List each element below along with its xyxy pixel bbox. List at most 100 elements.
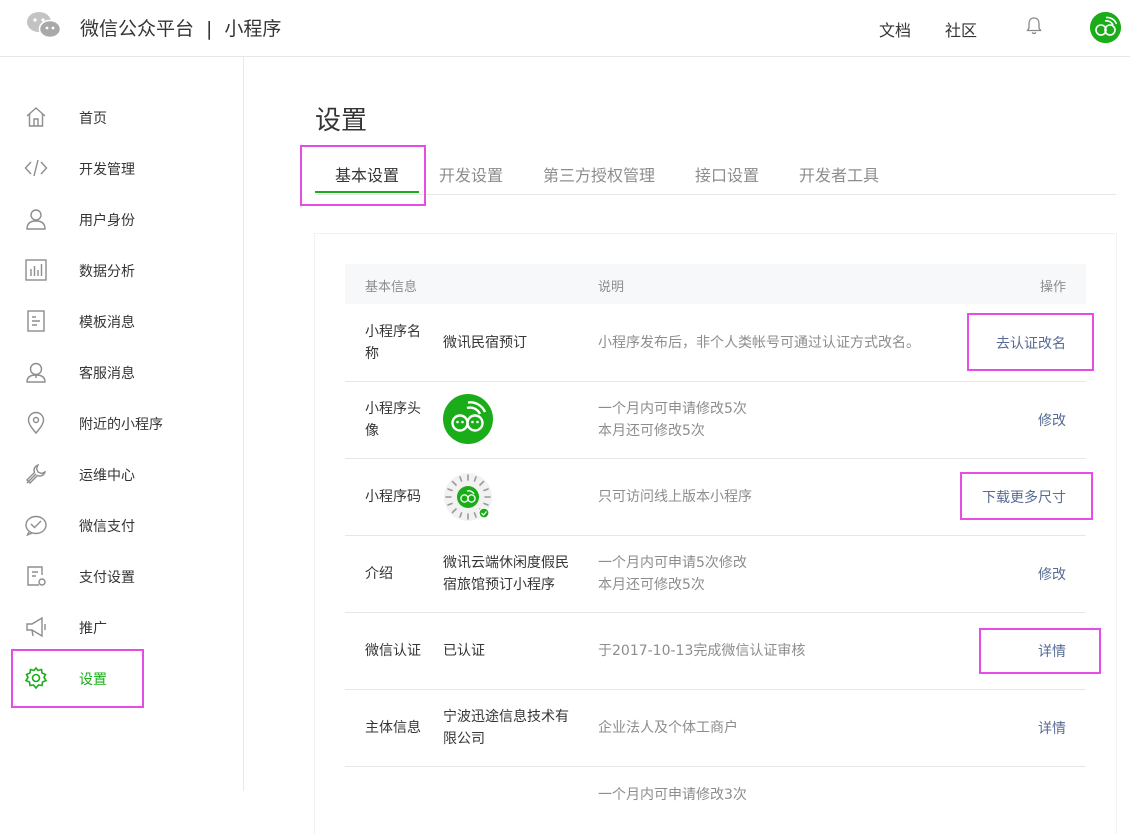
row-value-line: 微讯云端休闲度假民 [443, 554, 569, 571]
sidebar-item-nearby-mini-programs[interactable]: 附近的小程序 [0, 398, 243, 449]
row-value: 宁波迅途信息技术有 限公司 [443, 706, 575, 750]
row-value-line: 宿旅馆预订小程序 [443, 576, 555, 593]
sidebar-item-label: 模板消息 [79, 315, 135, 331]
edit-avatar-link[interactable]: 修改 [1038, 410, 1066, 430]
entity-details-link[interactable]: 详情 [1038, 718, 1066, 738]
row-description: 只可访问线上版本小程序 [598, 488, 752, 505]
mini-program-code [444, 473, 492, 521]
tab-dev-settings[interactable]: 开发设置 [439, 162, 503, 186]
sidebar-item-label: 数据分析 [79, 264, 135, 280]
table-row-avatar: 小程序头 像 一个月内可申请修改5次 本月还可修改5次 修改 [345, 381, 1086, 459]
row-value: 微讯民宿预订 [443, 334, 527, 351]
location-pin-icon [27, 411, 45, 435]
table-row-introduction: 介绍 微讯云端休闲度假民 宿旅馆预订小程序 一个月内可申请5次修改 本月还可修改… [345, 535, 1086, 613]
active-tab-indicator [315, 191, 419, 193]
row-label-line: 小程序头 [365, 400, 421, 417]
user-icon [26, 209, 46, 230]
sidebar-item-label: 微信支付 [79, 519, 135, 535]
sidebar-item-promotion[interactable]: 推广 [0, 602, 243, 653]
row-description-line: 一个月内可申请5次修改 [598, 554, 747, 571]
sidebar-item-home[interactable]: 首页 [0, 92, 243, 143]
row-label-line: 称 [365, 345, 379, 362]
sidebar-item-template-messages[interactable]: 模板消息 [0, 296, 243, 347]
sidebar-item-customer-service[interactable]: 客服消息 [0, 347, 243, 398]
row-label-line: 小程序名 [365, 323, 421, 340]
row-label: 小程序名 称 [365, 321, 427, 365]
page-title: 设置 [315, 106, 368, 136]
column-header-actions: 操作 [1039, 280, 1066, 295]
sidebar-item-label: 首页 [79, 111, 107, 127]
sidebar-item-dev-management[interactable]: 开发管理 [0, 143, 243, 194]
row-label-line: 像 [365, 422, 379, 439]
certification-details-link[interactable]: 详情 [1038, 641, 1066, 661]
top-bar: 微信公众平台 | 小程序 文档 社区 [0, 0, 1130, 57]
sidebar-item-label: 客服消息 [79, 366, 135, 382]
row-value: 微讯云端休闲度假民 宿旅馆预订小程序 [443, 552, 575, 596]
mini-program-avatar [443, 394, 493, 444]
sidebar: 首页 开发管理 用户身份 数据分析 模板消息 客服消息 附近的小程序 运维中心 … [0, 57, 244, 791]
tab-developer-tools[interactable]: 开发者工具 [799, 162, 879, 186]
sidebar-item-label: 运维中心 [79, 468, 135, 484]
verify-rename-link[interactable]: 去认证改名 [996, 333, 1066, 353]
table-row-mini-program-code: 小程序码 只可访问线上版本小程序 下载更多尺寸 [345, 458, 1086, 536]
community-link[interactable]: 社区 [945, 17, 977, 41]
sidebar-item-label: 支付设置 [79, 570, 135, 586]
row-label: 小程序头 像 [365, 398, 427, 442]
row-label: 微信认证 [365, 642, 421, 659]
column-header-description: 说明 [598, 280, 625, 295]
brand-separator: | [206, 18, 213, 40]
table-header: 基本信息 说明 操作 [345, 264, 1086, 304]
platform-name: 微信公众平台 [80, 18, 195, 40]
payment-icon [25, 515, 47, 537]
document-icon [27, 310, 45, 332]
code-icon [24, 159, 48, 177]
edit-introduction-link[interactable]: 修改 [1038, 564, 1066, 584]
avatar[interactable] [1090, 12, 1121, 43]
payment-settings-icon [27, 566, 46, 586]
brand-title[interactable]: 微信公众平台 | 小程序 [80, 14, 281, 41]
sidebar-item-data-analysis[interactable]: 数据分析 [0, 245, 243, 296]
row-description: 于2017-10-13完成微信认证审核 [598, 642, 806, 659]
row-value-line: 宁波迅途信息技术有 [443, 708, 569, 725]
row-label: 小程序码 [365, 488, 421, 505]
tab-third-party-auth[interactable]: 第三方授权管理 [543, 162, 655, 186]
docs-link[interactable]: 文档 [879, 17, 911, 41]
home-icon [26, 107, 46, 127]
sidebar-item-user-identity[interactable]: 用户身份 [0, 194, 243, 245]
tab-interface-settings[interactable]: 接口设置 [695, 162, 759, 186]
sidebar-item-label: 开发管理 [79, 162, 135, 178]
megaphone-icon [26, 616, 46, 638]
table-row-wechat-certification: 微信认证 已认证 于2017-10-13完成微信认证审核 详情 [345, 612, 1086, 690]
customer-service-icon [26, 362, 46, 383]
sidebar-item-label: 用户身份 [79, 213, 135, 229]
bell-icon[interactable] [1024, 16, 1044, 36]
wrench-icon [26, 463, 47, 484]
row-label: 介绍 [365, 565, 393, 582]
partial-row-description: 一个月内可申请修改3次 [598, 787, 747, 803]
sidebar-item-payment-settings[interactable]: 支付设置 [0, 551, 243, 602]
tab-basic-settings[interactable]: 基本设置 [335, 162, 399, 186]
column-header-basic-info: 基本信息 [365, 280, 418, 295]
row-description: 小程序发布后，非个人类帐号可通过认证方式改名。 [598, 334, 920, 351]
settings-tabs: 基本设置 开发设置 第三方授权管理 接口设置 开发者工具 [315, 150, 1116, 195]
row-description-line: 本月还可修改5次 [598, 422, 705, 439]
row-description: 一个月内可申请修改5次 本月还可修改5次 [598, 398, 747, 442]
row-label: 主体信息 [365, 719, 421, 736]
row-description-line: 一个月内可申请修改5次 [598, 400, 747, 417]
row-description-line: 本月还可修改5次 [598, 576, 705, 593]
download-more-sizes-link[interactable]: 下载更多尺寸 [982, 487, 1066, 507]
sidebar-item-settings[interactable]: 设置 [0, 653, 243, 704]
sidebar-item-wechat-pay[interactable]: 微信支付 [0, 500, 243, 551]
wechat-logo-icon[interactable] [26, 10, 62, 40]
sidebar-item-operations-center[interactable]: 运维中心 [0, 449, 243, 500]
basic-info-card: 基本信息 说明 操作 小程序名 称 微讯民宿预订 小程序发布后，非个人类帐号可通… [315, 234, 1116, 834]
sidebar-item-label: 设置 [79, 672, 107, 688]
product-name: 小程序 [224, 18, 282, 40]
row-description: 一个月内可申请5次修改 本月还可修改5次 [598, 552, 747, 596]
table-row-name: 小程序名 称 微讯民宿预订 小程序发布后，非个人类帐号可通过认证方式改名。 去认… [345, 304, 1086, 382]
chart-icon [25, 259, 47, 281]
sidebar-item-label: 推广 [79, 621, 107, 637]
row-value-line: 限公司 [443, 730, 485, 747]
table-row-entity-info: 主体信息 宁波迅途信息技术有 限公司 企业法人及个体工商户 详情 [345, 689, 1086, 767]
row-description: 企业法人及个体工商户 [598, 719, 738, 736]
